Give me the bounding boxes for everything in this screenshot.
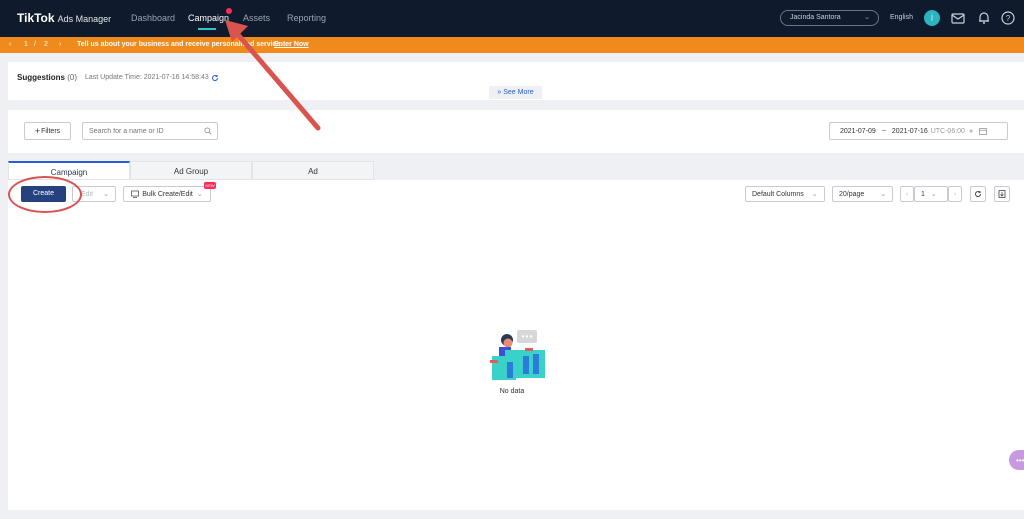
bulk-label: Bulk Create/Edit — [142, 190, 193, 198]
svg-text:?: ? — [1006, 14, 1011, 23]
refresh-button[interactable] — [970, 186, 986, 202]
chat-bubble-icon[interactable]: ••• — [1009, 450, 1024, 470]
language-selector[interactable]: English — [890, 14, 913, 21]
clear-icon[interactable]: ● — [969, 128, 973, 135]
logo-text: TikTok — [17, 11, 55, 25]
tab-campaign[interactable]: Campaign — [8, 161, 130, 180]
date-separator: ~ — [881, 127, 886, 135]
page-number-select[interactable]: 1 ⌄ — [914, 186, 948, 202]
account-name: Jacinda Santora — [790, 14, 841, 21]
suggestions-title: Suggestions (0) — [17, 73, 77, 82]
empty-state-illustration — [490, 330, 545, 380]
avatar[interactable]: j — [924, 10, 940, 26]
suggestions-label: Suggestions — [17, 73, 66, 82]
tab-ad[interactable]: Ad — [252, 161, 374, 180]
page-size-label: 20/page — [839, 190, 865, 198]
promo-banner: ‹ 1 / 2 › Tell us about your business an… — [0, 37, 1024, 53]
nav-dashboard[interactable]: Dashboard — [131, 13, 175, 23]
see-more-button[interactable]: » See More — [489, 86, 542, 99]
banner-page-current: 1 — [24, 41, 28, 48]
annotation-arrow — [225, 20, 321, 131]
help-icon[interactable]: ? — [1000, 10, 1016, 26]
banner-next-button[interactable]: › — [59, 41, 61, 48]
suggestions-count: (0) — [67, 73, 78, 82]
tab-ad-group[interactable]: Ad Group — [130, 161, 252, 180]
banner-page-separator: / — [34, 41, 36, 48]
calendar-icon — [979, 128, 988, 135]
export-icon — [998, 190, 1006, 198]
chevron-down-icon: ⌄ — [930, 191, 937, 198]
bulk-create-edit-button[interactable]: Bulk Create/Edit ⌄ — [123, 186, 211, 202]
chevron-down-icon: ⌄ — [880, 191, 887, 198]
filters-label: Filters — [41, 127, 61, 135]
timezone-label: UTC-06:00 — [930, 127, 965, 135]
page-size-dropdown[interactable]: 20/page ⌄ — [832, 186, 893, 202]
search-icon — [204, 127, 212, 135]
next-page-button[interactable]: › — [948, 186, 962, 202]
chevron-down-icon: ⌄ — [103, 191, 109, 198]
inbox-icon[interactable] — [950, 10, 966, 26]
chevron-down-icon: ⌄ — [811, 191, 818, 198]
nav-active-indicator — [198, 28, 216, 30]
chevron-down-icon: ⌄ — [864, 14, 870, 21]
columns-label: Default Columns — [752, 190, 804, 198]
banner-prev-button[interactable]: ‹ — [9, 41, 11, 48]
filters-button[interactable]: + Filters — [24, 122, 71, 140]
chevron-down-icon: ⌄ — [196, 191, 203, 198]
annotation-circle — [8, 176, 82, 213]
columns-dropdown[interactable]: Default Columns ⌄ — [745, 186, 825, 202]
tiktok-ads-logo[interactable]: TikTok Ads Manager — [17, 11, 111, 25]
plus-icon: + — [34, 126, 41, 136]
date-start: 2021-07-09 — [840, 127, 876, 135]
banner-page-total: 2 — [44, 41, 48, 48]
refresh-icon[interactable] — [211, 74, 219, 82]
date-end: 2021-07-16 — [891, 127, 928, 135]
logo-subtitle: Ads Manager — [57, 14, 112, 24]
notification-dot — [226, 8, 232, 14]
refresh-icon — [975, 191, 982, 198]
date-range-picker[interactable]: 2021-07-09 ~ 2021-07-16 UTC-06:00 ● — [829, 122, 1008, 140]
account-selector[interactable]: Jacinda Santora ⌄ — [780, 10, 879, 26]
no-data-text: No data — [499, 388, 525, 395]
bulk-edit-icon — [131, 190, 140, 198]
see-more-label: See More — [503, 89, 534, 96]
last-update-time: Last Update Time: 2021-07-16 14:58:43 — [85, 74, 209, 81]
edit-label: Edit — [81, 190, 94, 198]
prev-page-button[interactable]: ‹ — [900, 186, 914, 202]
export-button[interactable] — [994, 186, 1010, 202]
bell-icon[interactable] — [976, 10, 992, 26]
double-chevron-down-icon: » — [497, 89, 502, 96]
page-number: 1 — [921, 190, 925, 198]
search-input[interactable] — [82, 122, 218, 140]
chat-dots-icon: ••• — [1016, 456, 1024, 465]
new-badge: NEW — [204, 182, 216, 189]
